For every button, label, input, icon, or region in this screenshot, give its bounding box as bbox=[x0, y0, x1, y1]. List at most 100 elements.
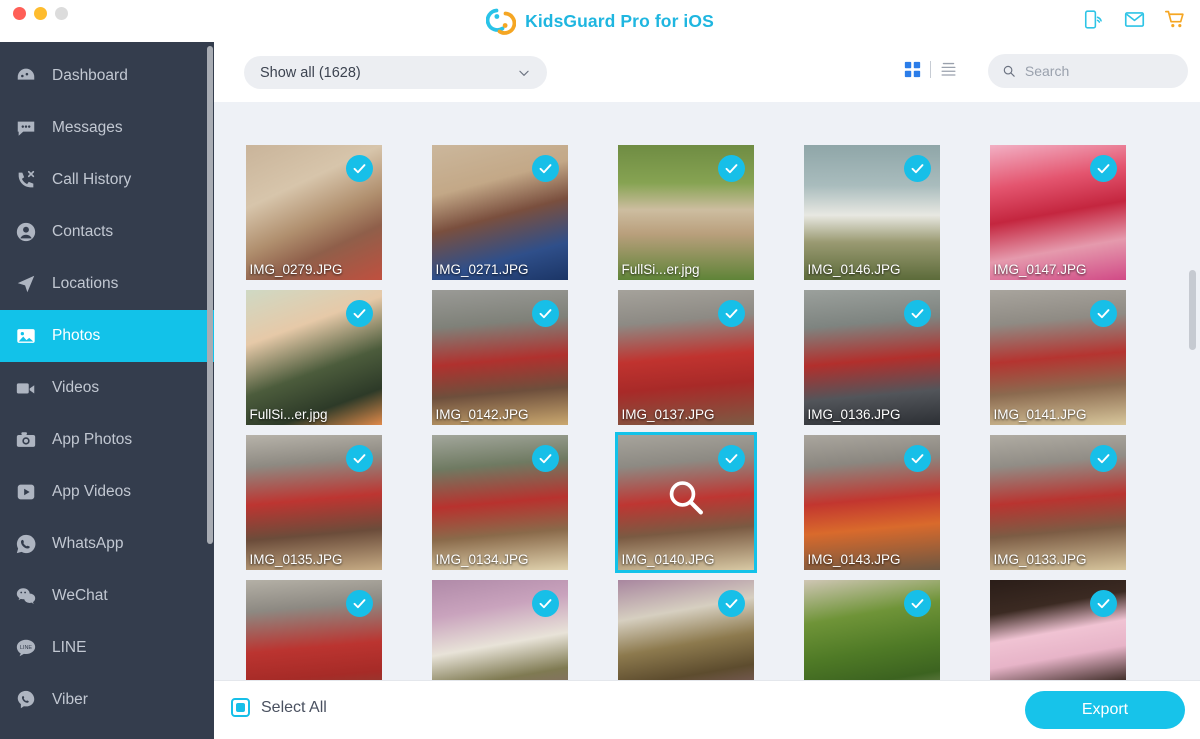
sidebar-scrollbar[interactable] bbox=[207, 46, 213, 544]
photo-select-badge[interactable] bbox=[717, 590, 745, 617]
photo-cell: IMG_0133.JPG bbox=[988, 435, 1127, 570]
photo-thumbnail[interactable]: IMG_0134.JPG bbox=[431, 435, 568, 570]
photo-select-badge[interactable] bbox=[1089, 590, 1117, 617]
sidebar-item-wechat[interactable]: WeChat bbox=[0, 570, 214, 622]
photo-select-badge[interactable] bbox=[717, 300, 745, 327]
photo-select-badge[interactable] bbox=[1089, 300, 1117, 327]
photo-thumbnail[interactable]: IMG_0141.JPG bbox=[989, 290, 1126, 425]
sidebar-item-call-history[interactable]: Call History bbox=[0, 154, 214, 206]
sidebar-item-contacts[interactable]: Contacts bbox=[0, 206, 214, 258]
photo-filename: FullSi...er.jpg bbox=[621, 262, 700, 277]
photo-thumbnail[interactable]: IMG_0279.JPG bbox=[245, 145, 382, 280]
cart-icon[interactable] bbox=[1164, 9, 1186, 30]
photo-thumbnail[interactable]: IMG_0123.JPG bbox=[617, 580, 754, 680]
photo-select-badge[interactable] bbox=[717, 445, 745, 472]
sidebar: Dashboard Messages Call History Contacts bbox=[0, 42, 214, 739]
filter-dropdown[interactable]: Show all (1628) bbox=[244, 56, 547, 89]
footer-bar: Select All Export bbox=[214, 680, 1200, 739]
filter-dropdown-label: Show all (1628) bbox=[260, 64, 361, 81]
photo-select-badge[interactable] bbox=[531, 300, 559, 327]
photo-thumbnail[interactable]: IMG_0135.JPG bbox=[245, 435, 382, 570]
photo-thumbnail-hovered[interactable]: IMG_0140.JPG bbox=[614, 432, 757, 573]
photo-cell: IMG_0135.JPG bbox=[244, 435, 383, 570]
photo-thumbnail[interactable]: IMG_0142.JPG bbox=[431, 290, 568, 425]
chevron-down-icon bbox=[519, 70, 529, 76]
sidebar-item-messages[interactable]: Messages bbox=[0, 102, 214, 154]
photo-thumbnail[interactable]: IMG_0271.JPG bbox=[431, 145, 568, 280]
photo-thumbnail[interactable]: IMG_0146.JPG bbox=[803, 145, 940, 280]
photo-filename: IMG_0137.JPG bbox=[621, 407, 715, 422]
phone-wifi-icon[interactable] bbox=[1084, 9, 1105, 30]
photo-select-badge[interactable] bbox=[903, 300, 931, 327]
toolbar: Show all (1628) bbox=[214, 42, 1200, 102]
search-box[interactable] bbox=[988, 54, 1188, 88]
app-title: KidsGuard Pro for iOS bbox=[525, 10, 714, 31]
sidebar-item-app-photos[interactable]: App Photos bbox=[0, 414, 214, 466]
photo-thumbnail[interactable]: IMG_0121.JPG bbox=[803, 580, 940, 680]
photo-filename: IMG_0135.JPG bbox=[249, 552, 343, 567]
main-content: Show all (1628) Search IMG_0279.JPG IMG_… bbox=[214, 42, 1200, 739]
view-toggle-divider bbox=[930, 61, 931, 78]
grid-view-button[interactable] bbox=[904, 61, 921, 78]
sidebar-item-label: Photos bbox=[52, 327, 101, 345]
photo-thumbnail[interactable]: IMG_0136.JPG bbox=[803, 290, 940, 425]
photo-thumbnail[interactable]: IMG_0132.JPG bbox=[245, 580, 382, 680]
photo-thumbnail[interactable]: IMG_0124.JPG bbox=[431, 580, 568, 680]
photo-select-badge[interactable] bbox=[903, 590, 931, 617]
sidebar-item-locations[interactable]: Locations bbox=[0, 258, 214, 310]
photo-thumbnail[interactable]: FullSi...er.jpg bbox=[617, 145, 754, 280]
photo-cell: IMG_0136.JPG bbox=[802, 290, 941, 425]
photo-select-badge[interactable] bbox=[531, 590, 559, 617]
photo-select-badge[interactable] bbox=[903, 445, 931, 472]
checkbox-fill-icon bbox=[236, 703, 245, 712]
list-view-icon bbox=[941, 62, 956, 76]
sidebar-item-kik[interactable]: Kik bbox=[0, 726, 214, 739]
photo-select-badge[interactable] bbox=[345, 590, 373, 617]
photo-select-badge[interactable] bbox=[903, 155, 931, 182]
sidebar-item-label: Contacts bbox=[52, 223, 114, 241]
photo-thumbnail[interactable]: IMG_0....HEIC bbox=[989, 580, 1126, 680]
photo-grid-scrollbar[interactable] bbox=[1189, 270, 1196, 350]
sidebar-item-app-videos[interactable]: App Videos bbox=[0, 466, 214, 518]
sidebar-item-label: Call History bbox=[52, 171, 132, 189]
sidebar-item-dashboard[interactable]: Dashboard bbox=[0, 50, 214, 102]
photo-select-badge[interactable] bbox=[1089, 445, 1117, 472]
photo-thumbnail[interactable]: IMG_0143.JPG bbox=[803, 435, 940, 570]
sidebar-item-label: Locations bbox=[52, 275, 119, 293]
list-view-button[interactable] bbox=[940, 61, 957, 78]
app-videos-icon bbox=[14, 480, 38, 504]
mail-icon[interactable] bbox=[1123, 9, 1146, 30]
photo-thumbnail[interactable]: IMG_0147.JPG bbox=[989, 145, 1126, 280]
export-button[interactable]: Export bbox=[1025, 691, 1185, 729]
photo-thumbnail[interactable]: FullSi...er.jpg bbox=[245, 290, 382, 425]
photo-select-badge[interactable] bbox=[717, 155, 745, 182]
photo-select-badge[interactable] bbox=[1089, 155, 1117, 182]
sidebar-nav: Dashboard Messages Call History Contacts bbox=[0, 42, 214, 739]
sidebar-item-photos[interactable]: Photos bbox=[0, 310, 214, 362]
photo-filename: IMG_0143.JPG bbox=[807, 552, 901, 567]
photo-select-badge[interactable] bbox=[345, 445, 373, 472]
check-icon bbox=[353, 599, 365, 609]
photo-thumbnail[interactable]: IMG_0137.JPG bbox=[617, 290, 754, 425]
sidebar-item-whatsapp[interactable]: WhatsApp bbox=[0, 518, 214, 570]
select-all-control[interactable]: Select All bbox=[231, 698, 327, 717]
photo-cell: FullSi...er.jpg bbox=[616, 145, 755, 280]
select-all-checkbox[interactable] bbox=[231, 698, 250, 717]
photo-select-badge[interactable] bbox=[531, 445, 559, 472]
photo-select-badge[interactable] bbox=[345, 155, 373, 182]
sidebar-item-line[interactable]: LINE LINE bbox=[0, 622, 214, 674]
search-input[interactable] bbox=[1024, 63, 1174, 79]
sidebar-item-label: App Videos bbox=[52, 483, 131, 501]
photo-select-badge[interactable] bbox=[345, 300, 373, 327]
photo-thumbnail[interactable]: IMG_0133.JPG bbox=[989, 435, 1126, 570]
sidebar-item-videos[interactable]: Videos bbox=[0, 362, 214, 414]
check-icon bbox=[539, 164, 551, 174]
select-all-label: Select All bbox=[261, 698, 327, 716]
magnifier-icon[interactable] bbox=[665, 476, 707, 523]
photo-cell: IMG_0124.JPG bbox=[430, 580, 569, 680]
line-icon: LINE bbox=[14, 636, 38, 660]
call-history-icon bbox=[14, 168, 38, 192]
photo-select-badge[interactable] bbox=[531, 155, 559, 182]
sidebar-item-viber[interactable]: Viber bbox=[0, 674, 214, 726]
check-icon bbox=[539, 309, 551, 319]
